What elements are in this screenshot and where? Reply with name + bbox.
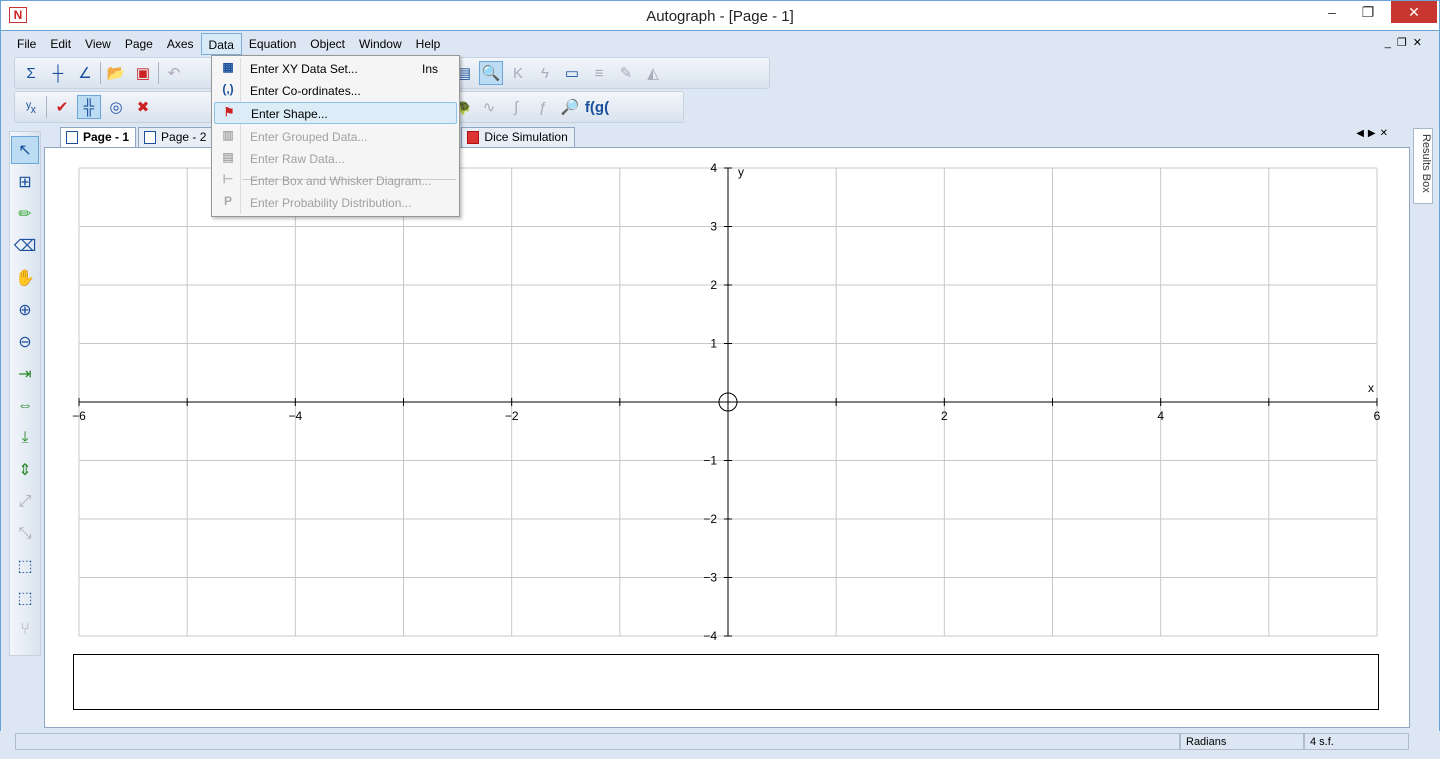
menu-item-shortcut: Ins bbox=[422, 62, 439, 76]
menu-item-label: Enter Shape... bbox=[251, 107, 328, 121]
x-tick-label: 6 bbox=[1374, 409, 1381, 423]
menu-item-enter-grouped-data[interactable]: ▥ Enter Grouped Data... bbox=[214, 126, 457, 148]
status-angle-mode: Radians bbox=[1180, 733, 1304, 750]
text-box[interactable] bbox=[73, 654, 1379, 710]
x-tick-label: 2 bbox=[941, 409, 948, 423]
menu-item-label: Enter Co-ordinates... bbox=[250, 84, 361, 98]
table-plus-icon: ▦ bbox=[222, 60, 234, 74]
y-tick-label: 1 bbox=[710, 337, 717, 351]
menu-item-enter-coordinates[interactable]: (,) Enter Co-ordinates... bbox=[214, 80, 457, 102]
x-axis-label: x bbox=[1368, 381, 1374, 395]
status-precision: 4 s.f. bbox=[1304, 733, 1409, 750]
menu-item-label: Enter XY Data Set... bbox=[250, 62, 358, 76]
menu-item-enter-raw-data[interactable]: ▤ Enter Raw Data... bbox=[214, 148, 457, 170]
y-tick-label: 3 bbox=[710, 220, 717, 234]
data-menu-dropdown: ▦ Enter XY Data Set... Ins (,) Enter Co-ord… bbox=[211, 55, 460, 217]
x-tick-label: 4 bbox=[1157, 409, 1164, 423]
menu-item-enter-probability-distribution[interactable]: P Enter Probability Distribution... bbox=[214, 192, 457, 214]
y-tick-label: 2 bbox=[710, 278, 717, 292]
x-tick-label: −6 bbox=[72, 409, 86, 423]
y-tick-label: −4 bbox=[703, 629, 717, 643]
menu-item-label: Enter Grouped Data... bbox=[250, 130, 368, 144]
x-tick-label: −4 bbox=[288, 409, 302, 423]
y-tick-label: −3 bbox=[703, 571, 717, 585]
menu-item-label: Enter Raw Data... bbox=[250, 152, 345, 166]
status-message bbox=[15, 733, 1180, 750]
x-tick-label: −2 bbox=[505, 409, 519, 423]
grouped-data-icon: ▥ bbox=[222, 128, 234, 142]
menu-item-enter-xy-data-set[interactable]: ▦ Enter XY Data Set... Ins bbox=[214, 58, 457, 80]
box-whisker-icon: ⊢ bbox=[222, 172, 234, 186]
y-tick-label: −1 bbox=[703, 454, 717, 468]
flag-plus-icon: ⚑ bbox=[223, 105, 235, 119]
coordinates-icon: (,) bbox=[222, 82, 234, 96]
status-bar: Radians 4 s.f. bbox=[0, 731, 1440, 759]
probability-icon: P bbox=[223, 194, 232, 208]
menu-item-enter-box-whisker[interactable]: ⊢ Enter Box and Whisker Diagram... bbox=[214, 170, 457, 192]
menu-item-label: Enter Probability Distribution... bbox=[250, 196, 412, 210]
y-axis-label: y bbox=[738, 165, 744, 179]
menu-item-enter-shape[interactable]: ⚑ Enter Shape... bbox=[214, 102, 457, 124]
raw-data-icon: ▤ bbox=[222, 150, 234, 164]
y-tick-label: 4 bbox=[710, 161, 717, 175]
y-tick-label: −2 bbox=[703, 512, 717, 526]
menu-item-label: Enter Box and Whisker Diagram... bbox=[250, 174, 432, 188]
